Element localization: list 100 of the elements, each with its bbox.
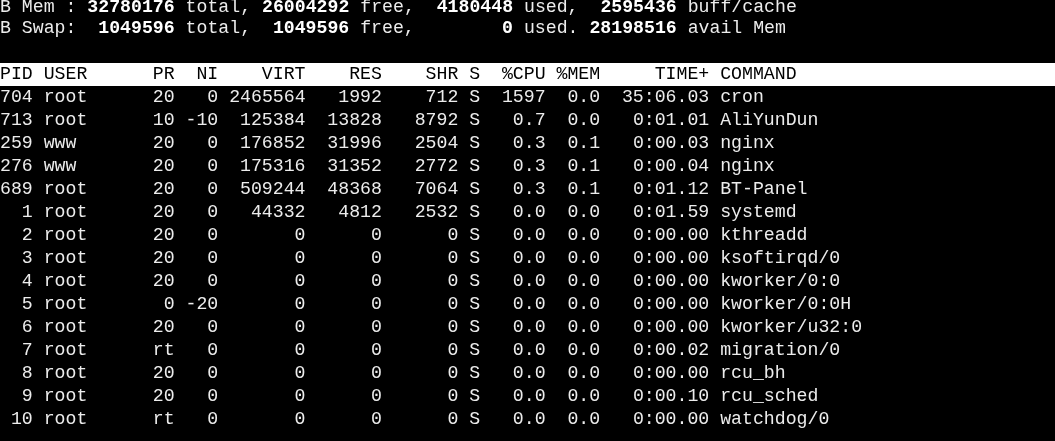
column-header: COMMAND [720,63,797,86]
table-cell-text: 20 [151,155,175,178]
table-cell-text: 0 [206,247,219,270]
table-cell-text: 0.0 [566,408,601,431]
table-cell: -10 [185,109,219,132]
table-cell: watchdog/0 [720,408,830,431]
table-cell-text: 20 [151,132,175,155]
table-cell: nginx [720,132,775,155]
memory-summary-line: B Swap: 1049596 total, 1049596 free, 0 used. 28198516 avail Mem [0,17,787,40]
table-cell: 259 [0,132,33,155]
table-cell-text: 0 [293,385,306,408]
table-cell-text: 4 [20,270,33,293]
column-header: USER [43,63,89,86]
table-cell: S [469,247,481,270]
table-cell-text: 20 [151,247,175,270]
table-cell-text: 0 [446,385,459,408]
table-cell: S [469,178,481,201]
table-cell-text: 3 [20,247,33,270]
table-cell-text: 35:06.03 [620,86,710,109]
table-cell: cron [720,86,764,109]
table-cell-text: 175316 [239,155,306,178]
column-header: %CPU [500,63,546,86]
table-cell-text: 8 [20,362,33,385]
table-cell: migration/0 [720,339,841,362]
column-header: NI [195,63,219,86]
table-cell-text: root [43,385,89,408]
table-cell-text: 20 [151,362,175,385]
table-cell: 2465564 [229,86,306,109]
table-cell-text: 0 [293,408,306,431]
table-cell-text: 0.0 [511,362,546,385]
table-cell-text: 31352 [326,155,382,178]
table-cell-text: 0:00.00 [631,247,710,270]
table-cell-text: 0 [206,178,219,201]
table-cell-text: 0 [293,293,306,316]
table-cell-text: 0.0 [511,293,546,316]
table-cell-text: 0.3 [511,178,546,201]
table-cell-text: 0.0 [511,224,546,247]
table-cell-text: 7064 [413,178,459,201]
table-cell-text: 5 [20,293,33,316]
table-cell: 689 [0,178,33,201]
table-cell-text: 0 [162,293,175,316]
table-cell: BT-Panel [720,178,808,201]
table-cell-text: 0:00.02 [631,339,710,362]
table-cell-text: 0.3 [511,132,546,155]
table-cell-text: 0 [446,293,459,316]
table-cell-text: root [43,109,89,132]
table-cell-text: 0:01.59 [631,201,710,224]
table-cell: S [469,293,481,316]
table-cell: S [469,132,481,155]
table-cell-text: 0.0 [566,362,601,385]
table-cell-text: www [43,155,78,178]
table-cell-text: 4812 [337,201,382,224]
table-cell-text: 2 [20,224,33,247]
table-cell-text: 10 [9,408,33,431]
table-cell-text: root [43,293,89,316]
table-cell-text: root [43,178,89,201]
table-cell: AliYunDun [720,109,819,132]
table-cell-text: 0 [206,408,219,431]
table-cell-text: 0.0 [511,270,546,293]
table-cell-text: 20 [151,385,175,408]
table-cell: -20 [185,293,219,316]
table-cell-text: 0 [293,362,306,385]
table-cell-text: root [43,247,89,270]
table-cell-text: root [43,86,89,109]
table-cell-text: 0 [206,132,219,155]
table-cell-text: 0 [370,293,382,316]
table-cell-text: root [43,224,89,247]
table-cell-text: 0.0 [511,339,546,362]
table-cell-text: 20 [151,224,175,247]
table-cell-text: 1 [20,201,33,224]
table-cell-text: 0 [370,224,382,247]
table-cell-text: 6 [20,316,33,339]
table-cell-text: 0 [446,408,459,431]
table-cell-text: 712 [424,86,459,109]
table-cell: S [469,408,481,431]
table-cell-text: 0:00.00 [631,316,710,339]
table-cell-text: 0:00.00 [631,270,710,293]
table-cell-text: 0 [446,247,459,270]
table-cell-text: 0.0 [511,201,546,224]
table-cell-text: 2504 [413,132,459,155]
table-cell: rcu_sched [720,385,819,408]
table-cell-text: 0.0 [566,270,601,293]
table-cell-text: 0 [370,362,382,385]
table-cell-text: 125384 [239,109,306,132]
table-cell: kthreadd [720,224,808,247]
table-cell-text: 0 [206,270,219,293]
table-cell-text: 0:00.04 [631,155,710,178]
column-header: TIME+ [653,63,710,86]
table-cell-text: 2772 [413,155,459,178]
table-cell: kworker/0:0 [720,270,841,293]
table-cell-text: 0.3 [511,155,546,178]
table-cell-text: 44332 [249,201,306,224]
table-cell-text: 509244 [239,178,306,201]
table-cell-text: 0 [206,339,219,362]
table-cell: S [469,339,481,362]
table-cell-text: 0.1 [566,178,601,201]
table-cell-text: 20 [151,316,175,339]
table-cell-text: 0 [293,316,306,339]
table-cell-text: 0.0 [511,247,546,270]
table-cell-text: 0:00.03 [631,132,710,155]
